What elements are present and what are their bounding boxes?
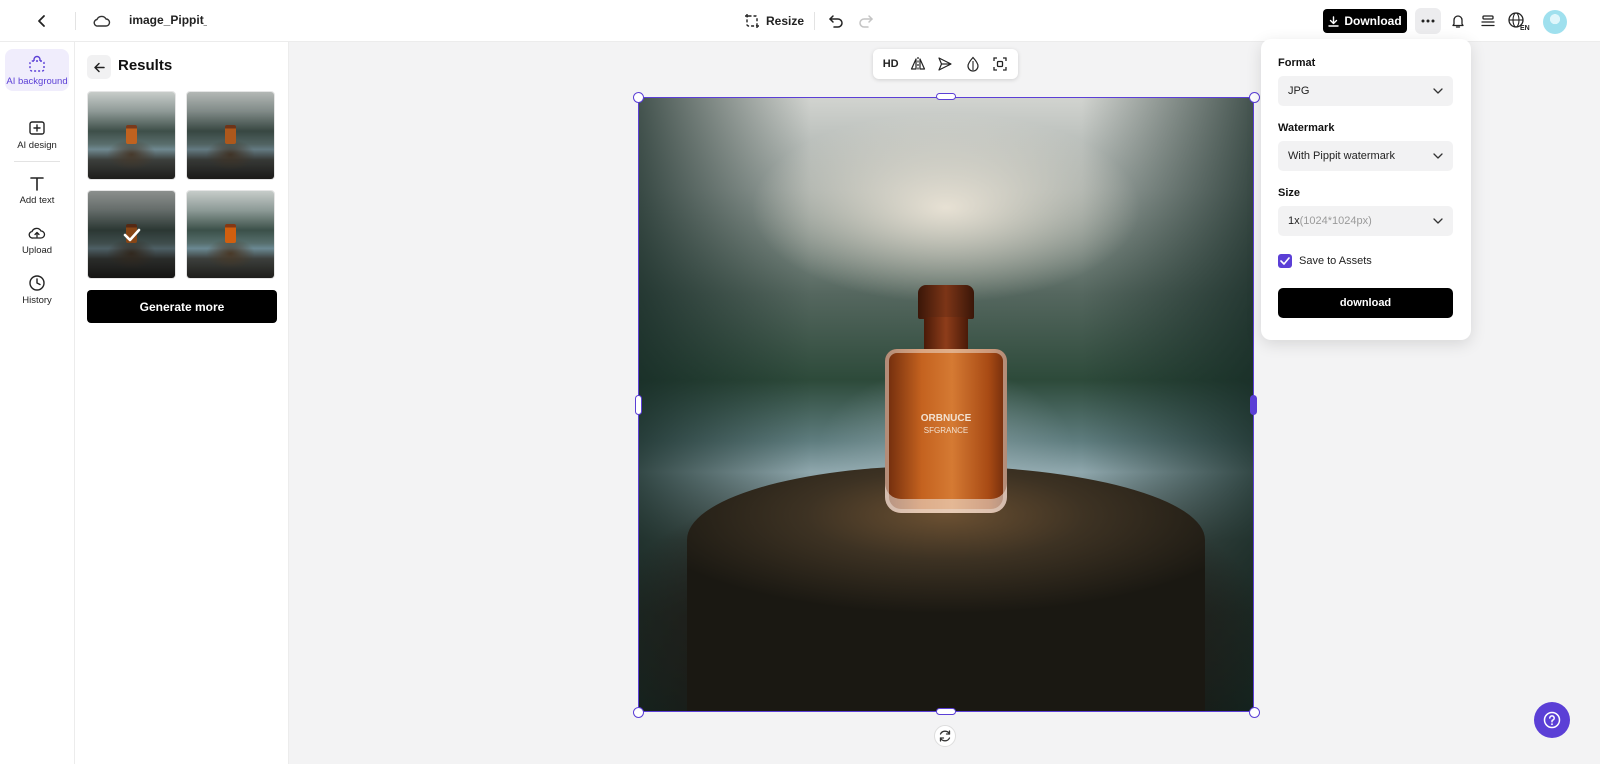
rail-item-upload[interactable]: Upload <box>5 224 69 256</box>
format-value: JPG <box>1288 85 1310 97</box>
more-options-button[interactable] <box>1415 8 1441 34</box>
help-button[interactable] <box>1534 702 1570 738</box>
notification-bell-icon[interactable] <box>1444 7 1472 35</box>
bottle-label-line1: ORBNUCE <box>920 413 972 424</box>
redo-icon[interactable] <box>852 7 880 35</box>
rail-item-history[interactable]: History <box>5 274 69 306</box>
results-panel: Results Generate more <box>75 42 289 764</box>
undo-icon[interactable] <box>822 7 850 35</box>
perfume-bottle: ORBNUCE SFGRANCE <box>885 285 1007 515</box>
resize-button[interactable]: Resize <box>744 8 804 34</box>
avatar[interactable] <box>1543 10 1567 34</box>
result-thumbnail[interactable] <box>87 91 176 180</box>
save-to-assets-label: Save to Assets <box>1299 255 1372 267</box>
resize-label: Resize <box>766 14 805 28</box>
resize-handle-bottom-right[interactable] <box>1249 707 1260 718</box>
arrow-left-icon <box>93 62 105 72</box>
confirm-download-button[interactable]: download <box>1278 288 1453 318</box>
chevron-down-icon <box>1433 88 1443 94</box>
rail-item-add-text[interactable]: Add text <box>5 174 69 206</box>
chevron-down-icon <box>1433 153 1443 159</box>
upload-cloud-icon <box>28 227 46 239</box>
ai-background-icon <box>29 55 45 72</box>
watermark-select[interactable]: With Pippit watermark <box>1278 141 1453 171</box>
rail-item-label: Add text <box>19 195 55 206</box>
format-select[interactable]: JPG <box>1278 76 1453 106</box>
opacity-drop-icon <box>967 56 979 72</box>
image-toolbar: HD <box>873 49 1018 79</box>
flip-icon <box>910 57 926 71</box>
chevron-down-icon <box>1433 218 1443 224</box>
rail-item-ai-design[interactable]: AI design <box>5 119 69 151</box>
results-title: Results <box>118 57 173 74</box>
focus-frame-icon <box>993 57 1007 71</box>
download-icon <box>1328 15 1340 27</box>
arrange-button[interactable] <box>934 53 956 75</box>
size-label: Size <box>1278 187 1301 199</box>
text-icon <box>30 177 44 191</box>
download-button[interactable]: Download <box>1323 9 1407 33</box>
resize-handle-right[interactable] <box>1250 395 1257 415</box>
resize-handle-top-left[interactable] <box>633 92 644 103</box>
language-code: EN <box>1520 25 1530 31</box>
flip-button[interactable] <box>907 53 929 75</box>
size-value: 1x <box>1288 215 1300 227</box>
help-question-icon <box>1543 711 1561 729</box>
resize-handle-top[interactable] <box>936 93 956 100</box>
result-thumbnail[interactable] <box>186 91 275 180</box>
resize-handle-bottom-left[interactable] <box>633 707 644 718</box>
result-thumbnail-selected[interactable] <box>87 190 176 279</box>
save-to-assets-checkbox[interactable]: Save to Assets <box>1278 254 1372 268</box>
rail-item-label: AI design <box>17 140 57 151</box>
download-label: Download <box>1344 14 1402 28</box>
size-hint: (1024*1024px) <box>1299 215 1372 227</box>
rail-item-ai-background[interactable]: AI background <box>5 49 69 91</box>
history-clock-icon <box>29 275 45 291</box>
hd-button[interactable]: HD <box>880 53 902 75</box>
top-bar: image_Pippit_2025 Resize Download EN <box>0 0 1600 42</box>
back-chevron-icon[interactable] <box>28 7 56 35</box>
rotate-button[interactable] <box>934 725 956 747</box>
left-rail: AI background AI design Add text Upload … <box>0 42 75 764</box>
checkmark-icon <box>123 228 140 241</box>
generate-more-button[interactable]: Generate more <box>87 290 277 323</box>
send-icon <box>938 57 953 71</box>
resize-handle-bottom[interactable] <box>936 708 956 715</box>
cloud-sync-icon[interactable] <box>88 7 116 35</box>
language-globe-icon[interactable]: EN <box>1504 7 1536 35</box>
resize-handle-top-right[interactable] <box>1249 92 1260 103</box>
more-dots-icon <box>1421 19 1435 23</box>
resize-icon <box>745 14 759 28</box>
checkbox-checked-icon <box>1278 254 1292 268</box>
rail-item-label: Upload <box>21 245 53 256</box>
focus-button[interactable] <box>989 53 1011 75</box>
resize-handle-left[interactable] <box>635 395 642 415</box>
canvas-image[interactable]: ORBNUCE SFGRANCE <box>638 97 1254 712</box>
result-thumbnail[interactable] <box>186 190 275 279</box>
size-select[interactable]: 1x(1024*1024px) <box>1278 206 1453 236</box>
layers-icon[interactable] <box>1474 7 1502 35</box>
results-back-button[interactable] <box>87 55 111 79</box>
rail-item-label: AI background <box>6 76 68 87</box>
watermark-label: Watermark <box>1278 122 1335 134</box>
rail-item-label: History <box>22 295 52 306</box>
ai-design-icon <box>29 121 45 135</box>
format-label: Format <box>1278 57 1316 69</box>
file-name[interactable]: image_Pippit_2025 <box>129 13 207 27</box>
rotate-icon <box>939 730 951 742</box>
download-dropdown: Format JPG Watermark With Pippit waterma… <box>1261 39 1471 340</box>
watermark-value: With Pippit watermark <box>1288 150 1395 162</box>
bottle-label-line2: SFGRANCE <box>923 426 969 435</box>
opacity-button[interactable] <box>962 53 984 75</box>
